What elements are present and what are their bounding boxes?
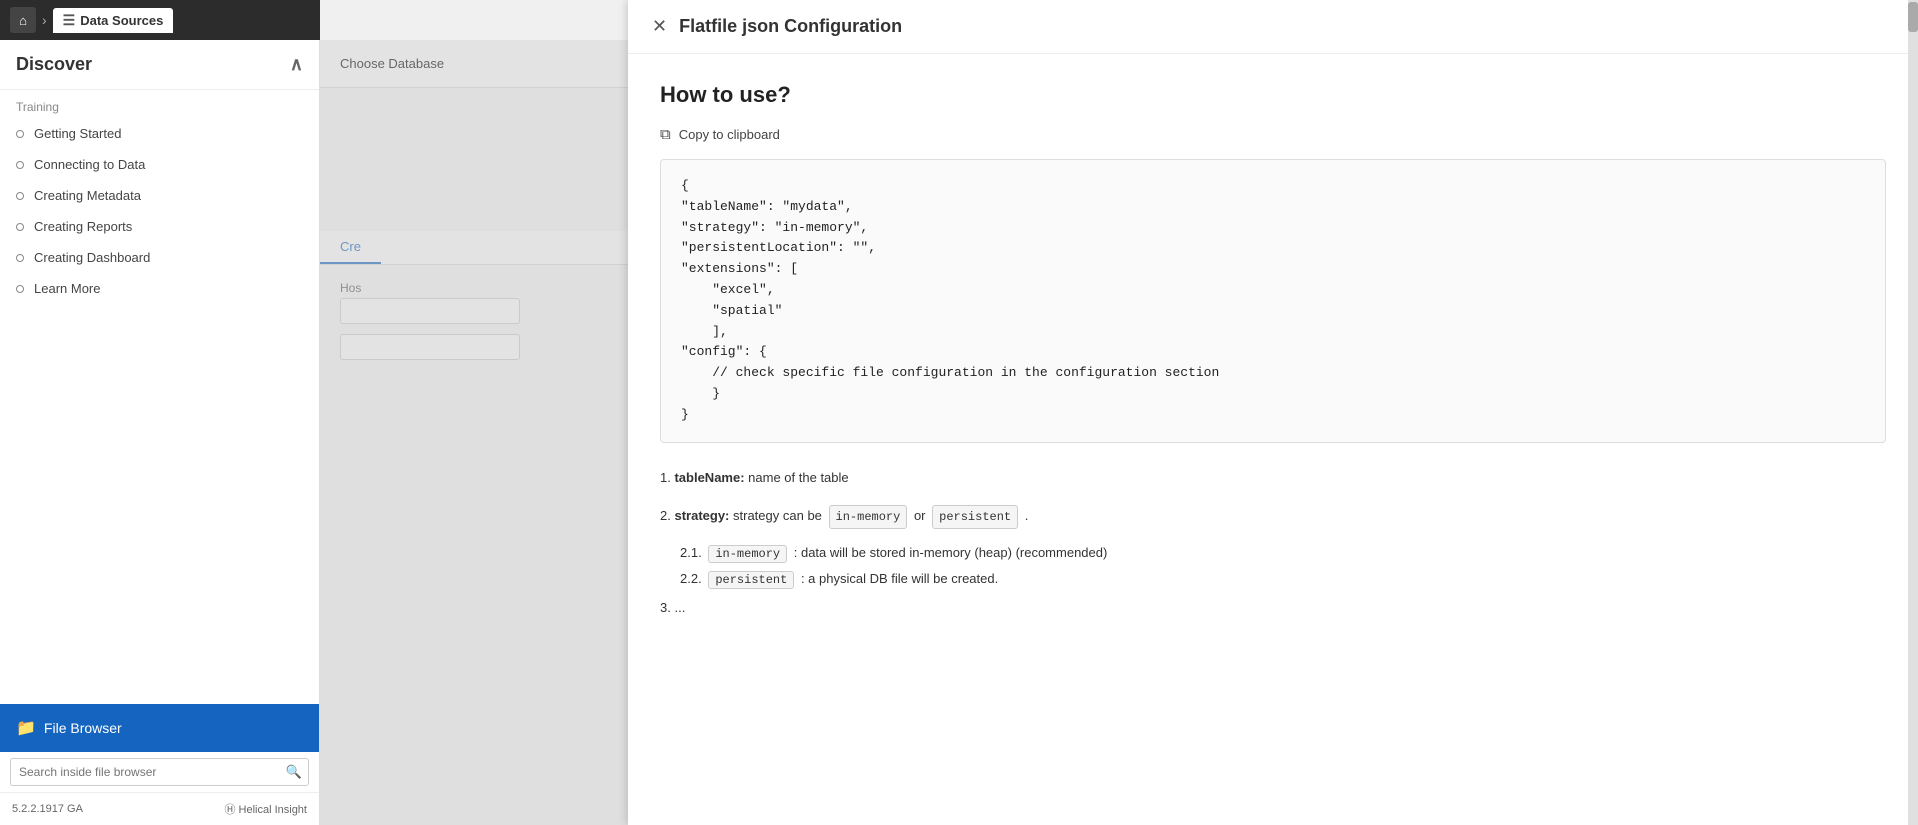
desc-item-3: 3. ... — [660, 597, 1886, 619]
datasource-tab-label: Data Sources — [80, 13, 163, 28]
desc2-1-text: : data will be stored in-memory (heap) (… — [794, 545, 1108, 560]
desc1-num: 1. — [660, 470, 671, 485]
desc2-2-badge: persistent — [708, 571, 794, 589]
desc3-text: ... — [674, 600, 685, 615]
desc-item-2-2: 2.2. persistent : a physical DB file wil… — [680, 571, 1886, 589]
folder-icon: 📁 — [16, 718, 36, 738]
config-panel: ✕ Flatfile json Configuration How to use… — [628, 0, 1918, 825]
config-panel-close-button[interactable]: ✕ — [652, 16, 667, 37]
desc1-text: name of the table — [748, 470, 848, 485]
desc2-1-num: 2.1. — [680, 545, 702, 560]
home-icon[interactable]: ⌂ — [10, 7, 36, 33]
clipboard-icon: ⧉ — [660, 126, 671, 143]
getting-started-label: Getting Started — [34, 126, 121, 141]
collapse-icon[interactable]: ∧ — [290, 54, 303, 75]
desc-item-2: 2. strategy: strategy can be in-memory o… — [660, 505, 1886, 529]
connecting-label: Connecting to Data — [34, 157, 145, 172]
sidebar: Discover ∧ Training Getting Started Conn… — [0, 40, 320, 825]
sidebar-item-creating-reports[interactable]: Creating Reports — [0, 211, 319, 242]
search-input[interactable] — [11, 760, 280, 784]
discover-label: Discover — [16, 54, 92, 75]
desc1-bold: tableName: — [674, 470, 744, 485]
sidebar-item-connecting-to-data[interactable]: Connecting to Data — [0, 149, 319, 180]
desc3-num: 3. — [660, 600, 671, 615]
copy-clipboard-label: Copy to clipboard — [679, 127, 780, 142]
top-nav: ⌂ › ☰ Data Sources — [0, 0, 320, 40]
reports-label: Creating Reports — [34, 219, 132, 234]
file-browser-label: File Browser — [44, 720, 122, 736]
desc-item-2-1: 2.1. in-memory : data will be stored in-… — [680, 545, 1886, 563]
dashboard-label: Creating Dashboard — [34, 250, 150, 265]
sidebar-item-creating-dashboard[interactable]: Creating Dashboard — [0, 242, 319, 273]
config-panel-header: ✕ Flatfile json Configuration — [628, 0, 1918, 54]
config-panel-body[interactable]: How to use? ⧉ Copy to clipboard { "table… — [628, 54, 1918, 825]
config-panel-title: Flatfile json Configuration — [679, 16, 902, 37]
version-label: 5.2.2.1917 GA — [12, 803, 83, 815]
training-section-label: Training — [0, 90, 319, 118]
helical-label: Ⓗ Helical Insight — [224, 801, 307, 817]
desc2-or: or — [914, 508, 929, 523]
desc2-1-badge: in-memory — [708, 545, 787, 563]
desc2-badge2: persistent — [932, 505, 1018, 529]
desc2-end: . — [1025, 508, 1029, 523]
app-container: ⌂ › ☰ Data Sources Discover ∧ Training G… — [0, 0, 1918, 825]
breadcrumb-arrow: › — [42, 12, 47, 28]
outer-scrollbar[interactable] — [1908, 0, 1918, 825]
desc-item-1: 1. tableName: name of the table — [660, 467, 1886, 489]
sidebar-discover-header: Discover ∧ — [0, 40, 319, 90]
tab-icon: ☰ — [63, 12, 76, 29]
file-browser-button[interactable]: 📁 File Browser — [0, 704, 319, 752]
scroll-thumb — [1908, 2, 1918, 32]
datasource-tab[interactable]: ☰ Data Sources — [53, 8, 174, 33]
sidebar-item-learn-more[interactable]: Learn More — [0, 273, 319, 304]
sidebar-item-creating-metadata[interactable]: Creating Metadata — [0, 180, 319, 211]
bullet-icon — [16, 192, 24, 200]
sidebar-search-container: 🔍 — [10, 758, 309, 786]
learn-more-label: Learn More — [34, 281, 100, 296]
bullet-icon — [16, 223, 24, 231]
how-to-title: How to use? — [660, 82, 1886, 108]
desc2-badge1: in-memory — [829, 505, 908, 529]
metadata-label: Creating Metadata — [34, 188, 141, 203]
bullet-icon — [16, 285, 24, 293]
bullet-icon — [16, 130, 24, 138]
search-icon[interactable]: 🔍 — [280, 759, 308, 785]
desc2-text: strategy can be — [733, 508, 826, 523]
desc2-bold: strategy: — [674, 508, 729, 523]
bullet-icon — [16, 254, 24, 262]
sidebar-item-getting-started[interactable]: Getting Started — [0, 118, 319, 149]
code-block: { "tableName": "mydata", "strategy": "in… — [660, 159, 1886, 443]
copy-clipboard-button[interactable]: ⧉ Copy to clipboard — [660, 126, 1886, 143]
desc2-2-text: : a physical DB file will be created. — [801, 571, 998, 586]
desc2-num: 2. — [660, 508, 671, 523]
sidebar-version: 5.2.2.1917 GA Ⓗ Helical Insight — [0, 792, 319, 825]
desc2-2-num: 2.2. — [680, 571, 702, 586]
home-symbol: ⌂ — [19, 13, 27, 28]
bullet-icon — [16, 161, 24, 169]
